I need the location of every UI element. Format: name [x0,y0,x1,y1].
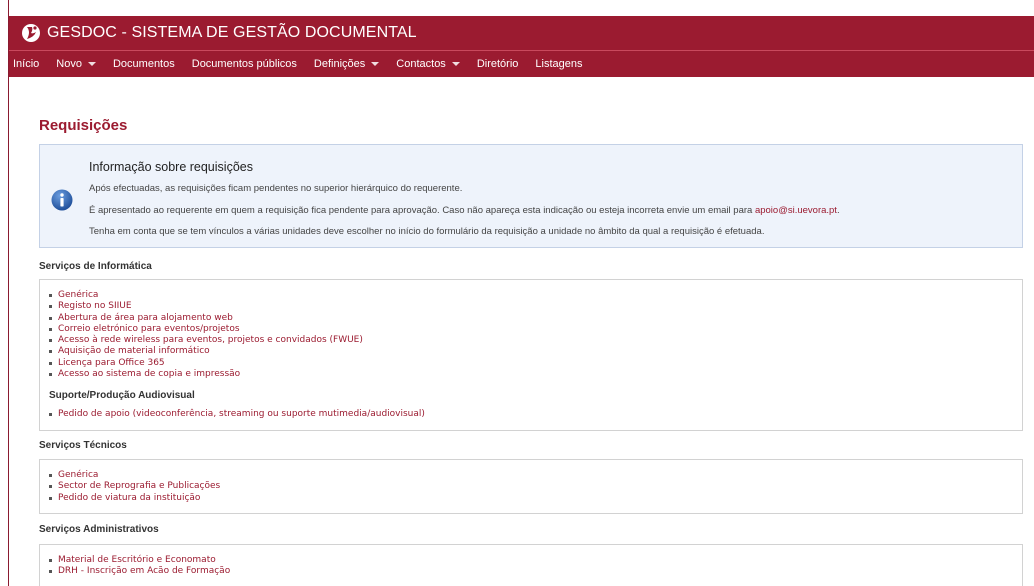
nav-contactos[interactable]: Contactos [388,58,469,70]
section-heading-tecnicos: Serviços Técnicos [39,440,127,451]
requisition-link[interactable]: Aquisição de material informático [58,346,210,356]
section-heading-administrativos: Serviços Administrativos [39,524,159,535]
caret-down-icon [87,62,96,66]
info-text-line: Tenha em conta que se tem vínculos a vár… [89,226,765,237]
caret-down-icon [451,62,460,66]
app-title: GESDOC - SISTEMA DE GESTÃO DOCUMENTAL [47,24,417,41]
university-logo-icon [22,24,40,42]
caret-down-icon [371,62,380,66]
link-list-audiovisual: Pedido de apoio (videoconferência, strea… [49,409,425,420]
info-title: Informação sobre requisições [89,160,253,174]
nav-documentos[interactable]: Documentos [104,58,183,70]
list-item: DRH - Inscrição em Acão de Formação [49,566,230,577]
nav-diretorio[interactable]: Diretório [468,58,527,70]
app-header: GESDOC - SISTEMA DE GESTÃO DOCUMENTAL [9,16,1034,51]
info-panel: Informação sobre requisições Após efectu… [39,144,1023,248]
list-item: Material de Escritório e Economato [49,555,230,566]
link-list-informatica: Genérica Registo no SIIUE Abertura de ár… [49,290,363,380]
requisition-link[interactable]: Correio eletrónico para eventos/projetos [58,324,240,334]
list-item: Abertura de área para alojamento web [49,313,363,324]
requisition-link[interactable]: DRH - Inscrição em Acão de Formação [58,566,230,576]
requisition-link[interactable]: Abertura de área para alojamento web [58,313,233,323]
section-informatica: Genérica Registo no SIIUE Abertura de ár… [39,279,1023,431]
nav-documentos-publicos[interactable]: Documentos públicos [183,58,305,70]
link-list-tecnicos: Genérica Sector de Reprografia e Publica… [49,470,220,504]
nav-inicio[interactable]: Início [9,58,48,70]
list-item: Pedido de viatura da instituição [49,493,220,504]
list-item: Sector de Reprografia e Publicações [49,481,220,492]
requisition-link[interactable]: Sector de Reprografia e Publicações [58,481,220,491]
list-item: Licença para Office 365 [49,358,363,369]
list-item: Registo no SIIUE [49,301,363,312]
nav-novo[interactable]: Novo [48,58,105,70]
main-navbar: Início Novo Documentos Documentos públic… [9,51,1034,77]
requisition-link[interactable]: Pedido de apoio (videoconferência, strea… [58,409,425,419]
requisition-link[interactable]: Material de Escritório e Economato [58,555,216,565]
info-text-line: Após efectuadas, as requisições ficam pe… [89,183,463,194]
list-item: Genérica [49,290,363,301]
requisition-link[interactable]: Genérica [58,290,98,300]
window-frame [8,0,9,586]
list-item: Acesso ao sistema de copia e impressão [49,369,363,380]
list-item: Acesso à rede wireless para eventos, pro… [49,335,363,346]
link-list-administrativos: Material de Escritório e Economato DRH -… [49,555,230,578]
requisition-link[interactable]: Acesso ao sistema de copia e impressão [58,369,240,379]
requisition-link[interactable]: Licença para Office 365 [58,358,165,368]
list-item: Aquisição de material informático [49,346,363,357]
info-icon [51,189,73,211]
sub-heading-audiovisual: Suporte/Produção Audiovisual [49,390,195,401]
requisition-link[interactable]: Pedido de viatura da instituição [58,493,200,503]
requisition-link[interactable]: Genérica [58,470,98,480]
list-item: Correio eletrónico para eventos/projetos [49,324,363,335]
requisition-link[interactable]: Registo no SIIUE [58,301,132,311]
nav-definicoes[interactable]: Definições [305,58,387,70]
section-tecnicos: Genérica Sector de Reprografia e Publica… [39,459,1023,514]
support-email-link[interactable]: apoio@si.uevora.pt [755,205,837,216]
section-heading-informatica: Serviços de Informática [39,261,152,272]
page-title: Requisições [39,117,128,134]
list-item: Genérica [49,470,220,481]
requisition-link[interactable]: Acesso à rede wireless para eventos, pro… [58,335,363,345]
section-administrativos: Material de Escritório e Economato DRH -… [39,544,1023,586]
nav-listagens[interactable]: Listagens [527,58,591,70]
info-text-line: É apresentado ao requerente em quem a re… [89,205,840,216]
list-item: Pedido de apoio (videoconferência, strea… [49,409,425,420]
